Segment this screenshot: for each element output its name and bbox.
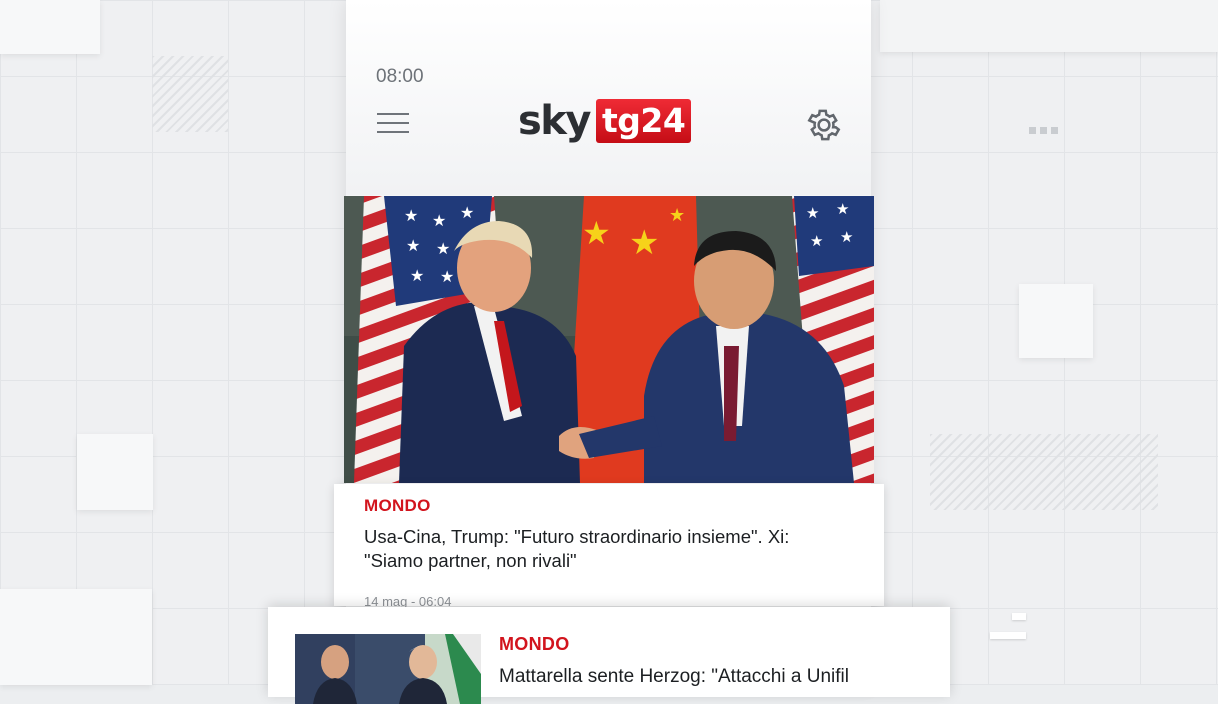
svg-text:★: ★: [669, 205, 685, 226]
background-tile: [1019, 284, 1093, 358]
svg-text:★: ★: [460, 203, 474, 222]
article-card[interactable]: MONDO Mattarella sente Herzog: "Attacchi…: [268, 607, 950, 704]
article-headline[interactable]: Usa-Cina, Trump: "Futuro straordinario i…: [364, 525, 844, 573]
svg-text:★: ★: [404, 206, 418, 225]
svg-text:★: ★: [432, 211, 446, 230]
svg-text:★: ★: [840, 228, 853, 246]
hamburger-menu-icon[interactable]: [377, 113, 409, 135]
status-time: 08:00: [376, 66, 424, 87]
logo-tg24-text: tg24: [595, 99, 692, 143]
article-card[interactable]: MONDO Usa-Cina, Trump: "Futuro straordin…: [334, 484, 884, 609]
app-header: 08:00 sky tg24: [346, 0, 871, 195]
svg-text:★: ★: [436, 239, 450, 258]
app-logo: sky tg24: [518, 98, 692, 144]
article-section[interactable]: MONDO: [499, 634, 570, 655]
background-tile: [0, 589, 152, 685]
svg-text:★: ★: [410, 266, 424, 285]
svg-text:★: ★: [836, 200, 849, 218]
svg-text:★: ★: [440, 267, 454, 286]
background-hatch: [930, 434, 1158, 510]
background-bar: [990, 632, 1026, 639]
article-hero-image[interactable]: ★★★ ★★★ ★★ ★ ★ ★ ★★★★: [344, 196, 874, 483]
svg-text:★: ★: [582, 214, 611, 252]
logo-sky-text: sky: [518, 98, 591, 144]
background-tile: [880, 0, 1218, 52]
background-dots: [1029, 127, 1058, 134]
article-section[interactable]: MONDO: [364, 496, 431, 516]
article-thumbnail[interactable]: [295, 634, 481, 704]
svg-text:★: ★: [810, 232, 823, 250]
gear-icon[interactable]: [805, 106, 843, 144]
background-hatch: [152, 56, 228, 132]
svg-text:★: ★: [629, 223, 659, 263]
svg-text:★: ★: [406, 236, 420, 255]
background-tile: [77, 434, 153, 510]
background-bar: [1012, 613, 1026, 620]
background-tile: [0, 0, 100, 54]
svg-text:★: ★: [806, 204, 819, 222]
